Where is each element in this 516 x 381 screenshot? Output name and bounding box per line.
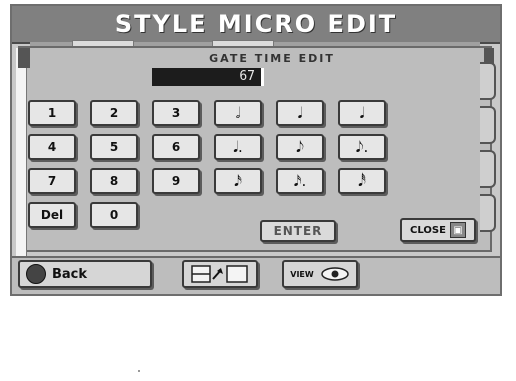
close-icon: ▣ (449, 222, 466, 238)
key-6[interactable]: 6 (152, 134, 200, 160)
key-0[interactable]: 0 (90, 202, 138, 228)
side-tab-1[interactable] (480, 62, 496, 100)
key-9[interactable]: 9 (152, 168, 200, 194)
eye-icon (320, 267, 349, 281)
view-button[interactable]: VIEW (282, 260, 358, 288)
back-button[interactable]: Back (18, 260, 152, 288)
window-title: STYLE MICRO EDIT (12, 6, 500, 44)
note-dotted-eighth-key[interactable]: 𝅘𝅥𝅮. (338, 134, 386, 160)
panel-accent (16, 48, 27, 258)
key-4[interactable]: 4 (28, 134, 76, 160)
note-eighth-key[interactable]: 𝅘𝅥𝅮 (276, 134, 324, 160)
micro-edit-screen: STYLE MICRO EDIT GATE TIME EDIT 67 1 2 3… (10, 4, 502, 296)
back-label: Back (52, 266, 88, 282)
parameter-title: GATE TIME EDIT (209, 52, 335, 65)
key-7[interactable]: 7 (28, 168, 76, 194)
key-5[interactable]: 5 (90, 134, 138, 160)
enter-button[interactable]: ENTER (260, 220, 336, 242)
back-icon (26, 264, 46, 284)
close-label: CLOSE (410, 224, 446, 236)
side-tab-3[interactable] (480, 150, 496, 188)
note-dotted-quarter-key[interactable]: 𝅘𝅥. (214, 134, 262, 160)
key-1[interactable]: 1 (28, 100, 76, 126)
side-tab-4[interactable] (480, 194, 496, 232)
edit-toggle-button[interactable] (182, 260, 258, 288)
note-half-key[interactable]: 𝅗𝅥 (214, 100, 262, 126)
key-del[interactable]: Del (28, 202, 76, 228)
side-tab-2[interactable] (480, 106, 496, 144)
panel-edge-left (18, 48, 30, 68)
note-quarter-alt-key[interactable]: 𝅘𝅥 (338, 100, 386, 126)
note-thirtysecond-key[interactable]: 𝅘𝅥𝅰 (338, 168, 386, 194)
key-3[interactable]: 3 (152, 100, 200, 126)
view-label: VIEW (290, 269, 314, 279)
note-quarter-key[interactable]: 𝅘𝅥 (276, 100, 324, 126)
key-8[interactable]: 8 (90, 168, 138, 194)
note-sixteenth-key[interactable]: 𝅘𝅥𝅯 (214, 168, 262, 194)
close-button[interactable]: CLOSE ▣ (400, 218, 476, 242)
note-dotted-sixteenth-key[interactable]: 𝅘𝅥𝅯. (276, 168, 324, 194)
value-field[interactable]: 67 (152, 68, 264, 86)
edit-toggle-icon (191, 265, 248, 283)
key-2[interactable]: 2 (90, 100, 138, 126)
stray-mark (138, 370, 140, 372)
